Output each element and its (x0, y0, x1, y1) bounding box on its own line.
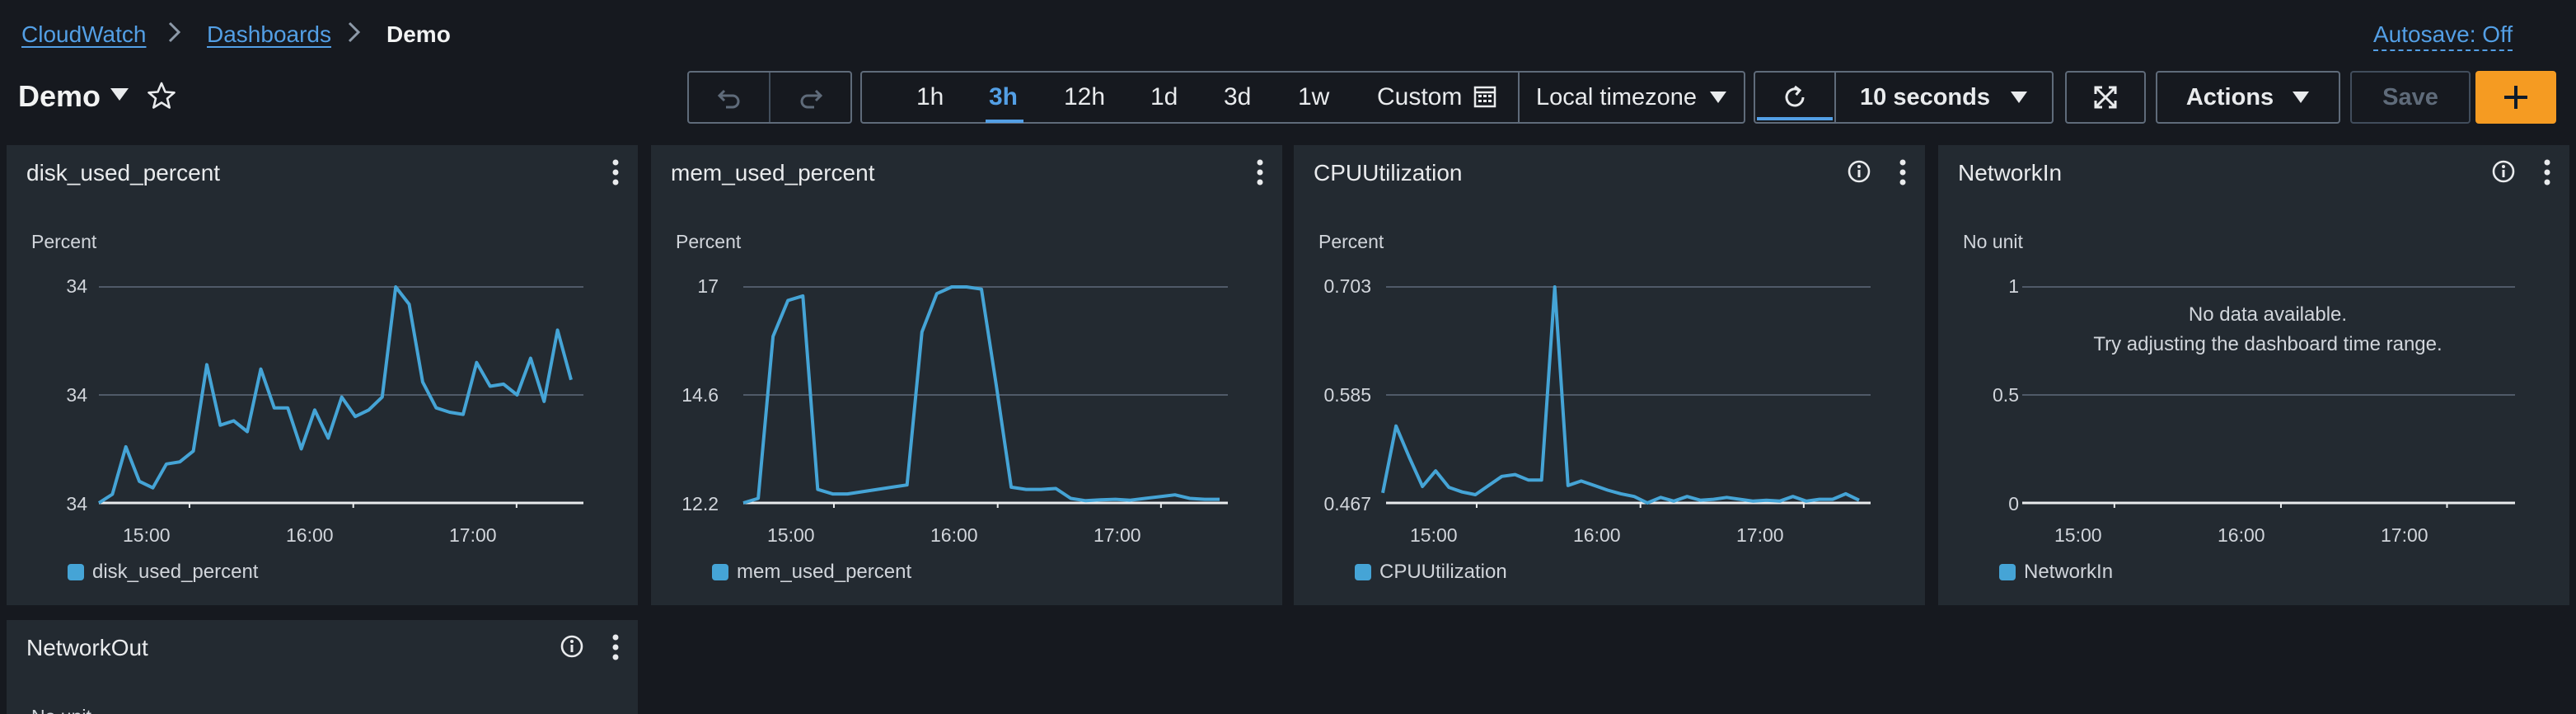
breadcrumb-separator-icon (346, 18, 363, 53)
legend-swatch (712, 564, 728, 580)
breadcrumb-cloudwatch[interactable]: CloudWatch (21, 21, 146, 48)
chart-plot (97, 285, 583, 508)
chart-plot (742, 285, 1228, 508)
chart-plot (2022, 286, 2515, 508)
range-1h[interactable]: 1h (916, 83, 944, 111)
range-custom[interactable]: Custom (1377, 83, 1462, 111)
calendar-icon[interactable] (1473, 85, 1496, 112)
refresh-indicator (1757, 117, 1833, 120)
caret-down-icon (2010, 92, 2027, 103)
widget-network-out: NetworkOut No unit (7, 620, 638, 714)
legend-swatch (1999, 564, 2016, 580)
undo-button[interactable] (689, 73, 770, 122)
refresh-interval-value: 10 seconds (1860, 83, 1990, 110)
widget-disk-used-percent: disk_used_percent Percent 34 34 34 15:00… (7, 145, 638, 605)
actions-button[interactable]: Actions (2156, 71, 2340, 124)
caret-down-icon (2293, 92, 2310, 103)
unit-label: No unit (31, 706, 91, 714)
breadcrumb-dashboards[interactable]: Dashboards (207, 21, 331, 48)
timezone-select[interactable]: Local timezone (1518, 71, 1745, 124)
range-3d[interactable]: 3d (1224, 83, 1251, 111)
legend-label: CPUUtilization (1379, 561, 1507, 583)
breadcrumb-current: Demo (386, 21, 451, 47)
legend-label: NetworkIn (2024, 561, 2114, 583)
legend-label: disk_used_percent (92, 561, 259, 583)
redo-icon (800, 89, 822, 109)
legend-label: mem_used_percent (737, 561, 912, 583)
widget-mem-used-percent: mem_used_percent Percent 17 14.6 12.2 15… (651, 145, 1282, 605)
no-data-message: No data available. Try adjusting the das… (2062, 303, 2474, 356)
widget-network-in: NetworkIn No unit 1 0.5 0 15:00 16:00 17… (1938, 145, 2569, 605)
range-3h[interactable]: 3h (989, 83, 1018, 111)
refresh-button[interactable] (1754, 71, 1836, 124)
fullscreen-button[interactable] (2065, 71, 2146, 124)
undo-icon (717, 89, 739, 109)
legend-item[interactable]: CPUUtilization (1355, 561, 1507, 584)
active-range-indicator (986, 120, 1023, 123)
dashboard-title: Demo (18, 79, 101, 113)
title-dropdown-icon[interactable] (109, 86, 130, 108)
range-12h[interactable]: 12h (1064, 83, 1105, 111)
add-widget-button[interactable] (2475, 71, 2556, 124)
timezone-select-value: Local timezone (1536, 83, 1698, 110)
refresh-interval-select[interactable]: 10 seconds (1834, 71, 2054, 124)
legend-swatch (68, 564, 84, 580)
save-button[interactable]: Save (2350, 71, 2471, 124)
fullscreen-icon (2094, 86, 2117, 109)
plus-icon (2504, 86, 2527, 109)
range-1d[interactable]: 1d (1150, 83, 1178, 111)
no-data-text: No data available. (2188, 303, 2348, 326)
actions-label: Actions (2185, 83, 2274, 110)
legend-item[interactable]: NetworkIn (1999, 561, 2113, 584)
refresh-icon (1785, 85, 1805, 107)
breadcrumb-separator-icon (166, 18, 183, 53)
range-1w[interactable]: 1w (1298, 83, 1329, 111)
info-icon[interactable] (560, 635, 583, 658)
favorite-star-icon[interactable] (147, 81, 176, 115)
caret-down-icon (1710, 92, 1726, 103)
more-options-icon[interactable] (611, 633, 620, 661)
chart-plot (1381, 285, 1871, 508)
no-data-hint: Try adjusting the dashboard time range. (2093, 333, 2443, 355)
redo-button[interactable] (770, 73, 850, 122)
legend-item[interactable]: disk_used_percent (68, 561, 258, 584)
undo-redo-group (687, 71, 852, 124)
legend-swatch (1355, 564, 1371, 580)
widget-cpu-utilization: CPUUtilization Percent 0.703 0.585 0.467… (1294, 145, 1925, 605)
autosave-toggle[interactable]: Autosave: Off (2373, 21, 2513, 51)
legend-item[interactable]: mem_used_percent (712, 561, 911, 584)
widget-title: NetworkOut (26, 635, 148, 660)
